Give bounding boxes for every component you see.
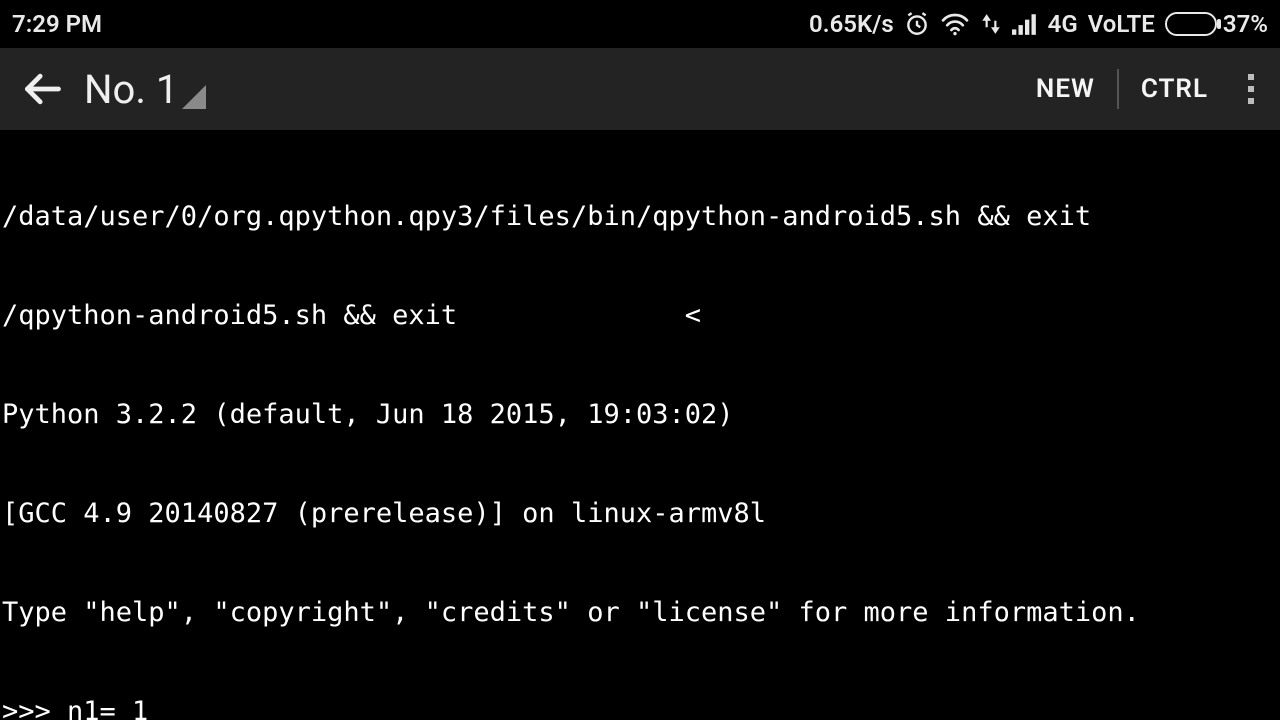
data-transfer-icon xyxy=(980,12,1002,36)
battery-icon xyxy=(1165,12,1217,36)
terminal-line: /data/user/0/org.qpython.qpy3/files/bin/… xyxy=(2,200,1278,233)
terminal-line: /qpython-android5.sh && exit < xyxy=(2,299,1278,332)
status-clock: 7:29 PM xyxy=(12,10,102,38)
overflow-menu-button[interactable] xyxy=(1230,74,1272,104)
terminal-line: [GCC 4.9 20140827 (prerelease)] on linux… xyxy=(2,497,1278,530)
cellular-signal-icon xyxy=(1012,13,1038,35)
status-net-speed: 0.65K/s xyxy=(809,10,894,38)
status-volte-label: VoLTE xyxy=(1088,10,1155,38)
terminal-line: Type "help", "copyright", "credits" or "… xyxy=(2,596,1278,629)
terminal-output[interactable]: /data/user/0/org.qpython.qpy3/files/bin/… xyxy=(0,130,1280,720)
terminal-line: Python 3.2.2 (default, Jun 18 2015, 19:0… xyxy=(2,398,1278,431)
battery-percent-text: 37% xyxy=(1223,10,1268,38)
battery-indicator: 37% xyxy=(1165,10,1268,38)
session-title-dropdown[interactable]: No. 1 xyxy=(84,66,206,113)
back-button[interactable] xyxy=(20,67,64,111)
status-net-label: 4G xyxy=(1048,10,1078,38)
terminal-line: >>> n1= 1 xyxy=(2,695,1278,720)
new-session-button[interactable]: NEW xyxy=(1014,67,1117,111)
app-toolbar: No. 1 NEW CTRL xyxy=(0,48,1280,130)
wifi-icon xyxy=(940,12,970,36)
dropdown-triangle-icon xyxy=(182,85,206,109)
ctrl-key-button[interactable]: CTRL xyxy=(1119,67,1230,111)
overflow-menu-icon xyxy=(1248,74,1254,80)
alarm-icon xyxy=(904,11,930,37)
android-status-bar: 7:29 PM 0.65K/s xyxy=(0,0,1280,48)
session-title: No. 1 xyxy=(84,66,178,113)
